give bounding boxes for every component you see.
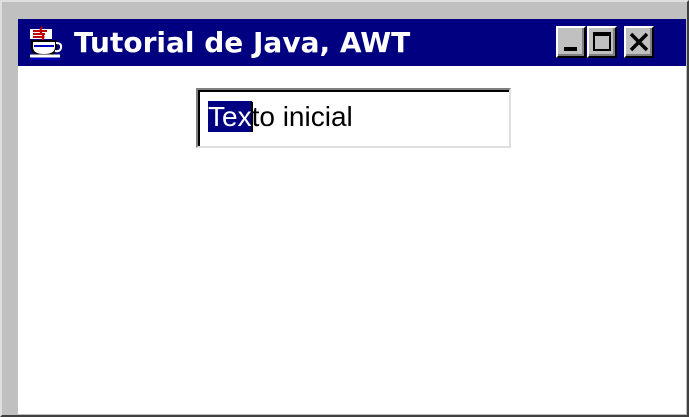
window-title: Tutorial de Java, AWT (74, 26, 411, 59)
client-area: Texto inicial (18, 66, 686, 414)
minimize-button[interactable] (556, 26, 586, 58)
close-button[interactable] (624, 26, 654, 58)
text-field-content[interactable]: Texto inicial (208, 99, 353, 135)
selected-text: Tex (208, 101, 252, 132)
minimize-icon (564, 47, 577, 51)
maximize-icon (593, 32, 611, 51)
maximize-button[interactable] (587, 26, 617, 58)
unselected-text: to inicial (251, 101, 353, 132)
close-icon (626, 28, 652, 56)
title-bar[interactable]: Tutorial de Java, AWT (18, 19, 686, 66)
java-coffee-cup-icon[interactable] (28, 25, 64, 61)
app-window: Tutorial de Java, AWT Texto inicial (0, 0, 689, 417)
text-field[interactable]: Texto inicial (196, 88, 511, 148)
